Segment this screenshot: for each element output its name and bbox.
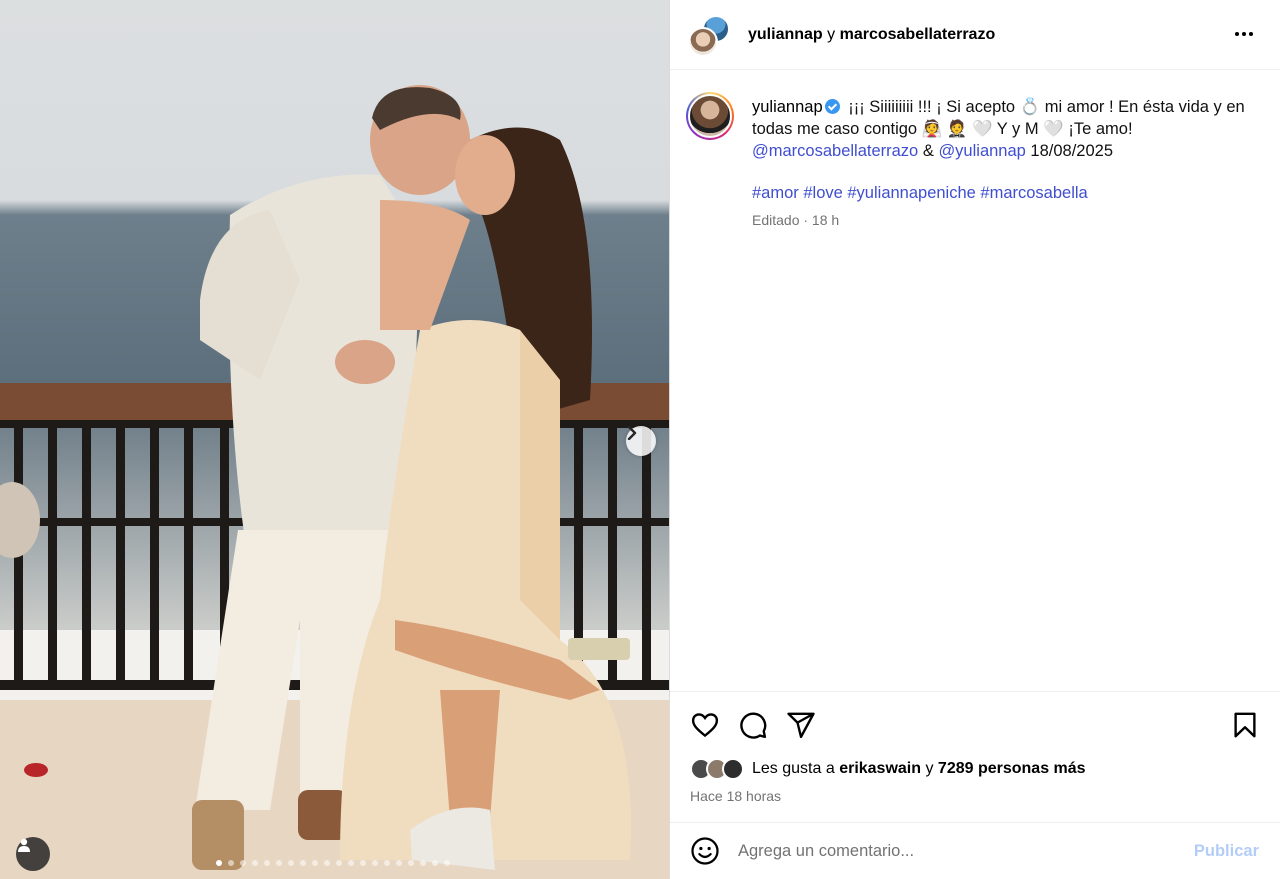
- carousel-dot: [240, 860, 246, 866]
- mention-link[interactable]: @yuliannap: [938, 142, 1025, 160]
- action-bar: [690, 708, 1260, 744]
- carousel-dot: [444, 860, 450, 866]
- avatar[interactable]: [722, 758, 744, 780]
- mention-link[interactable]: @marcosabellaterrazo: [752, 142, 918, 160]
- author-joiner: y: [827, 25, 836, 43]
- user-tag-icon: [18, 838, 30, 852]
- liker-avatars[interactable]: [690, 758, 744, 780]
- caption-amp: &: [922, 142, 934, 160]
- carousel-next-button[interactable]: [626, 426, 656, 456]
- save-button[interactable]: [1230, 710, 1262, 742]
- caption-hashtags[interactable]: #amor #love #yuliannapeniche #marcosabel…: [752, 184, 1250, 203]
- publish-button[interactable]: Publicar: [1194, 842, 1259, 861]
- caption-avatar[interactable]: [686, 92, 734, 140]
- carousel-dot: [420, 860, 426, 866]
- share-button[interactable]: [786, 710, 818, 742]
- carousel-dot: [228, 860, 234, 866]
- post-caption: yuliannap ¡¡¡ Siiiiiiiii !!! ¡ Si acepto…: [670, 70, 1280, 692]
- carousel-dot: [372, 860, 378, 866]
- carousel-dot: [432, 860, 438, 866]
- likes-others[interactable]: 7289 personas más: [938, 760, 1086, 778]
- author-username[interactable]: marcosabellaterrazo: [840, 26, 996, 43]
- likes-summary[interactable]: Les gusta a erikaswain y 7289 personas m…: [690, 758, 1086, 780]
- carousel-dot: [396, 860, 402, 866]
- likes-joiner: y: [925, 760, 934, 777]
- post-authors: yuliannap y marcosabellaterrazo: [748, 26, 995, 44]
- caption-date: 18/08/2025: [1030, 142, 1114, 160]
- carousel-dot: [276, 860, 282, 866]
- carousel-dot: [300, 860, 306, 866]
- avatar[interactable]: [688, 26, 718, 57]
- author-username[interactable]: yuliannap: [748, 26, 823, 43]
- collab-avatars[interactable]: [688, 14, 732, 57]
- comment-icon: [740, 712, 767, 739]
- carousel-dot: [312, 860, 318, 866]
- carousel-dot: [288, 860, 294, 866]
- carousel-dot: [264, 860, 270, 866]
- liker-username[interactable]: erikaswain: [839, 760, 921, 778]
- post-header: yuliannap y marcosabellaterrazo: [670, 0, 1280, 70]
- caption-username[interactable]: yuliannap: [752, 98, 823, 116]
- bookmark-icon: [1234, 712, 1256, 738]
- post-side-panel: yuliannap y marcosabellaterrazo yulianna…: [669, 0, 1280, 879]
- avatar: [688, 94, 732, 138]
- heart-icon: [691, 713, 719, 738]
- carousel-dot: [360, 860, 366, 866]
- share-icon: [787, 712, 815, 739]
- post-timestamp[interactable]: Hace 18 horas: [690, 788, 781, 804]
- carousel-dot: [348, 860, 354, 866]
- user-tag-button[interactable]: [16, 837, 50, 871]
- more-options-button[interactable]: [1232, 22, 1256, 46]
- comment-box: Publicar: [670, 822, 1280, 879]
- carousel-dot: [216, 860, 222, 866]
- carousel-dot: [336, 860, 342, 866]
- carousel-dot: [408, 860, 414, 866]
- carousel-dot: [324, 860, 330, 866]
- comment-button[interactable]: [738, 710, 770, 742]
- carousel-dot: [252, 860, 258, 866]
- comment-input[interactable]: [738, 841, 1158, 861]
- chevron-right-icon: [627, 426, 637, 440]
- like-button[interactable]: [690, 710, 722, 742]
- carousel-dot: [384, 860, 390, 866]
- post-photo: [0, 85, 669, 879]
- emoji-icon[interactable]: [690, 836, 720, 866]
- post-media[interactable]: [0, 0, 669, 879]
- likes-prefix: Les gusta a: [752, 760, 835, 777]
- caption-text: yuliannap ¡¡¡ Siiiiiiiii !!! ¡ Si acepto…: [752, 96, 1250, 162]
- carousel-indicator: [216, 860, 450, 866]
- more-horizontal-icon: [1235, 32, 1253, 36]
- edited-timestamp: Editado · 18 h: [752, 212, 840, 228]
- verified-badge-icon: [824, 99, 840, 114]
